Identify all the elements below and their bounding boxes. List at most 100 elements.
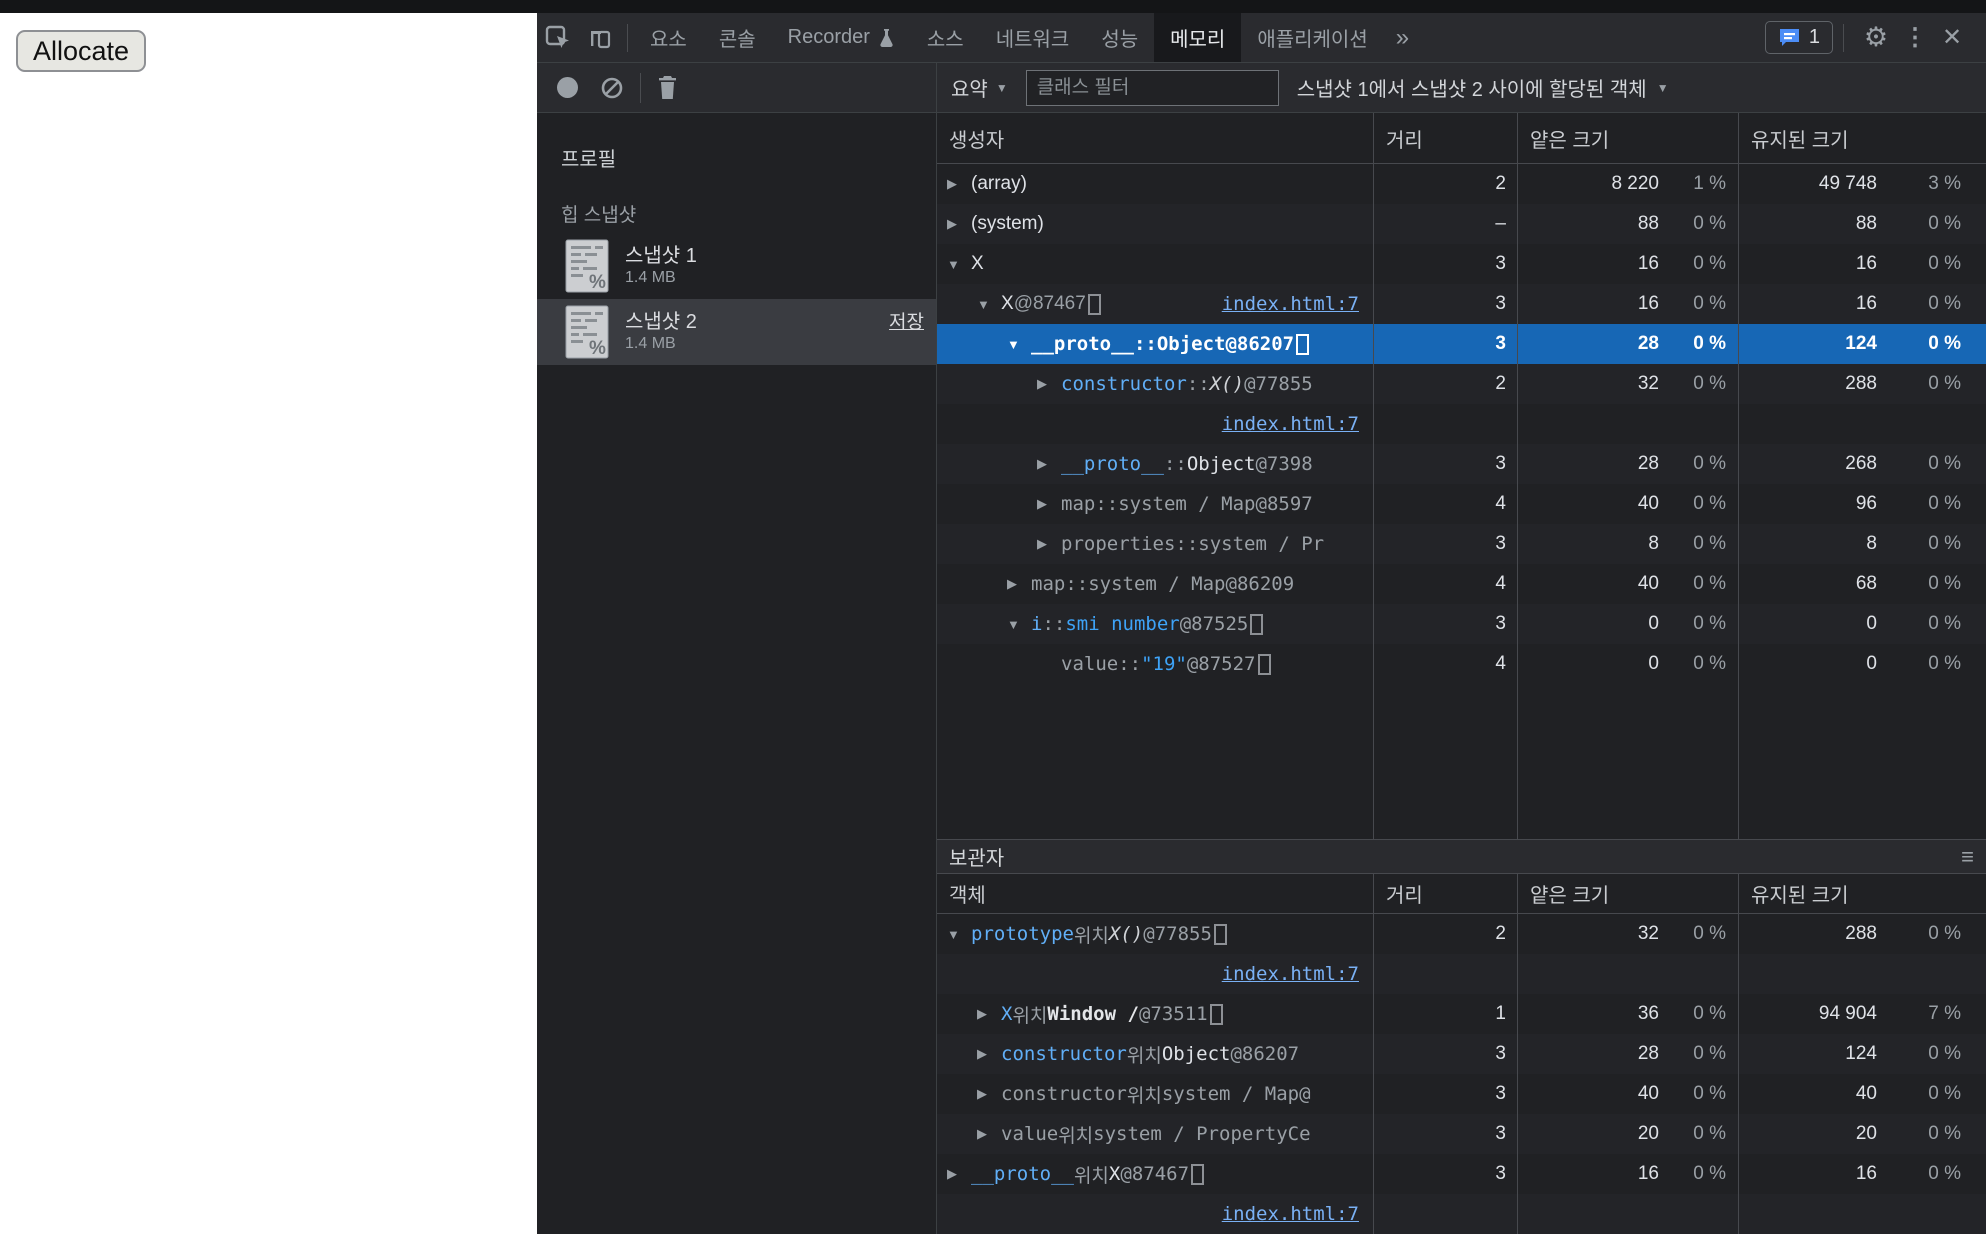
tab-성능[interactable]: 성능	[1085, 13, 1154, 62]
node-text: 위치	[1058, 1125, 1094, 1147]
expand-arrow-icon[interactable]: ▼	[1007, 337, 1031, 352]
table-row[interactable]: ▶ (system) –88 0 % 88 0 %	[937, 204, 1986, 244]
column-header-constructor[interactable]: 생성자	[937, 113, 1373, 163]
expand-arrow-icon[interactable]: ▼	[947, 257, 971, 272]
size-cell: 94 904 7 %	[1738, 994, 1986, 1034]
trash-icon[interactable]	[657, 75, 678, 100]
node-text: @7398	[1255, 453, 1313, 475]
table-row[interactable]: ▶ X 위치 Window / @73511 1 36 0 % 94 904 7 %	[937, 994, 1986, 1034]
expand-arrow-icon[interactable]: ▶	[977, 1086, 1001, 1102]
source-link-row[interactable]: index.html:7	[937, 1194, 1986, 1234]
source-location-link[interactable]: index.html:7	[1222, 1203, 1359, 1225]
reveal-box-icon	[1296, 333, 1310, 355]
reveal-box-icon	[1213, 923, 1227, 945]
table-row[interactable]: ▶ constructor 위치 system / Map @3 40 0 % 40 0 …	[937, 1074, 1986, 1114]
table-row[interactable]: ▶ map :: system / Map @8597 4 40 0 % 96 0 %	[937, 484, 1986, 524]
source-location-link[interactable]: index.html:7	[1222, 293, 1359, 315]
gear-icon[interactable]: ⚙	[1854, 22, 1898, 53]
toolbar-divider	[1843, 23, 1844, 52]
size-percent: 0 %	[1693, 573, 1726, 594]
hamburger-menu-icon[interactable]: ≡	[1961, 844, 1974, 870]
expand-arrow-icon[interactable]: ▶	[947, 176, 971, 192]
distance-cell: 2	[1373, 364, 1517, 404]
table-row[interactable]: ▼ X @87467 index.html:7 3 16 0 % 16 0 %	[937, 284, 1986, 324]
tab-네트워크[interactable]: 네트워크	[980, 13, 1086, 62]
inspect-element-icon[interactable]	[537, 13, 579, 62]
size-percent: 0 %	[1928, 613, 1961, 634]
tab-소스[interactable]: 소스	[911, 13, 980, 62]
source-link-row[interactable]: index.html:7	[937, 954, 1986, 994]
tab-요소[interactable]: 요소	[634, 13, 703, 62]
source-link-row[interactable]: index.html:7	[937, 404, 1986, 444]
source-location-link[interactable]: index.html:7	[1222, 413, 1359, 435]
column-header-object[interactable]: 객체	[937, 874, 1373, 913]
table-row[interactable]: ▶ __proto__ :: Object @7398 3 28 0 % 268 0 %	[937, 444, 1986, 484]
expand-arrow-icon[interactable]: ▶	[977, 1046, 1001, 1062]
column-header-shallow-size[interactable]: 얕은 크기	[1517, 113, 1738, 163]
table-row[interactable]: ▶ constructor 위치 Object @86207 3 28 0 % 124 0 …	[937, 1034, 1986, 1074]
distance-cell: 2	[1373, 164, 1517, 204]
heap-summary-view: 생성자 거리 얕은 크기 유지된 크기 ▶ (array) 2 8 220 1 % 49 …	[937, 113, 1986, 1234]
expand-arrow-icon[interactable]: ▶	[1037, 496, 1061, 512]
allocate-button[interactable]: Allocate	[16, 30, 146, 72]
source-location-link[interactable]: index.html:7	[1222, 963, 1359, 985]
tab-콘솔[interactable]: 콘솔	[703, 13, 772, 62]
expand-arrow-icon[interactable]: ▶	[977, 1006, 1001, 1022]
size-value: 8 220	[1611, 173, 1659, 194]
node-text: ::	[1186, 373, 1210, 395]
column-header-shallow-size[interactable]: 얕은 크기	[1517, 874, 1738, 913]
size-cell	[1738, 404, 1986, 444]
expand-arrow-icon[interactable]: ▼	[1007, 617, 1031, 632]
snapshot-diff-select[interactable]: 스냅샷 1에서 스냅샷 2 사이에 할당된 객체 ▼	[1297, 73, 1669, 102]
kebab-menu-icon[interactable]: ⋮	[1898, 23, 1932, 52]
table-row[interactable]: ▶ (array) 2 8 220 1 % 49 748 3 %	[937, 164, 1986, 204]
expand-arrow-icon[interactable]: ▶	[947, 216, 971, 232]
table-row[interactable]: ▼ prototype 위치 X() @77855 2 32 0 % 288 0 %	[937, 914, 1986, 954]
expand-arrow-icon[interactable]: ▶	[1007, 576, 1031, 592]
class-filter-input[interactable]	[1025, 69, 1279, 106]
snapshot-item[interactable]: % 스냅샷 2 1.4 MB 저장	[537, 299, 936, 365]
tab-애플리케이션[interactable]: 애플리케이션	[1241, 13, 1383, 62]
size-value: 88	[1855, 213, 1877, 234]
snapshot-item[interactable]: % 스냅샷 1 1.4 MB	[537, 233, 936, 299]
expand-arrow-icon[interactable]: ▼	[947, 927, 971, 942]
node-text: value	[1001, 1123, 1059, 1145]
table-row[interactable]: ▼ X 3 16 0 % 16 0 %	[937, 244, 1986, 284]
node-text: X	[1108, 1163, 1121, 1185]
column-header-distance[interactable]: 거리	[1373, 874, 1517, 913]
table-row[interactable]: value :: "19" @87527 4 0 0 % 0 0 %	[937, 644, 1986, 684]
save-snapshot-link[interactable]: 저장	[889, 307, 924, 334]
close-icon[interactable]: ✕	[1932, 23, 1972, 52]
size-value: 40	[1637, 573, 1659, 594]
expand-arrow-icon[interactable]: ▶	[1037, 536, 1061, 552]
column-header-retained-size[interactable]: 유지된 크기	[1738, 113, 1986, 163]
tab-Recorder[interactable]: Recorder	[772, 13, 911, 62]
node-text: __proto__	[1061, 453, 1164, 475]
expand-arrow-icon[interactable]: ▶	[977, 1126, 1001, 1142]
expand-arrow-icon[interactable]: ▼	[977, 297, 1001, 312]
table-row[interactable]: ▶ constructor :: X() @77855 2 32 0 % 288 0 %	[937, 364, 1986, 404]
size-cell: 268 0 %	[1738, 444, 1986, 484]
node-text: __proto__	[1031, 333, 1134, 355]
table-row[interactable]: ▼ i :: smi number @87525 3 0 0 % 0 0 %	[937, 604, 1986, 644]
table-row[interactable]: ▼ __proto__ :: Object @86207 3 28 0 % 124 0 %	[937, 324, 1986, 364]
expand-arrow-icon[interactable]: ▶	[1037, 376, 1061, 392]
table-row[interactable]: ▶ properties :: system / Pr 3 8 0 % 8 0 %	[937, 524, 1986, 564]
size-value: 40	[1637, 1083, 1659, 1104]
perspective-select[interactable]: 요약 ▼	[951, 73, 1008, 102]
column-header-retained-size[interactable]: 유지된 크기	[1738, 874, 1986, 913]
node-text: ::	[1042, 613, 1066, 635]
tab-메모리[interactable]: 메모리	[1154, 13, 1242, 62]
table-row[interactable]: ▶ value 위치 system / PropertyCe 3 20 0 % 20 0 %	[937, 1114, 1986, 1154]
take-snapshot-icon[interactable]	[557, 77, 578, 98]
expand-arrow-icon[interactable]: ▶	[1037, 456, 1061, 472]
column-header-distance[interactable]: 거리	[1373, 113, 1517, 163]
table-row[interactable]: ▶ __proto__ 위치 X @87467 3 16 0 % 16 0 %	[937, 1154, 1986, 1194]
expand-arrow-icon[interactable]: ▶	[947, 1166, 971, 1182]
device-toolbar-icon[interactable]	[579, 13, 621, 62]
table-row[interactable]: ▶ map :: system / Map @86209 4 40 0 % 68 0 %	[937, 564, 1986, 604]
clear-all-icon[interactable]	[600, 76, 624, 100]
more-tabs-chevron-icon[interactable]: »	[1384, 13, 1421, 62]
node-text: system / Map	[1088, 573, 1226, 595]
issues-button[interactable]: 1	[1764, 21, 1833, 54]
